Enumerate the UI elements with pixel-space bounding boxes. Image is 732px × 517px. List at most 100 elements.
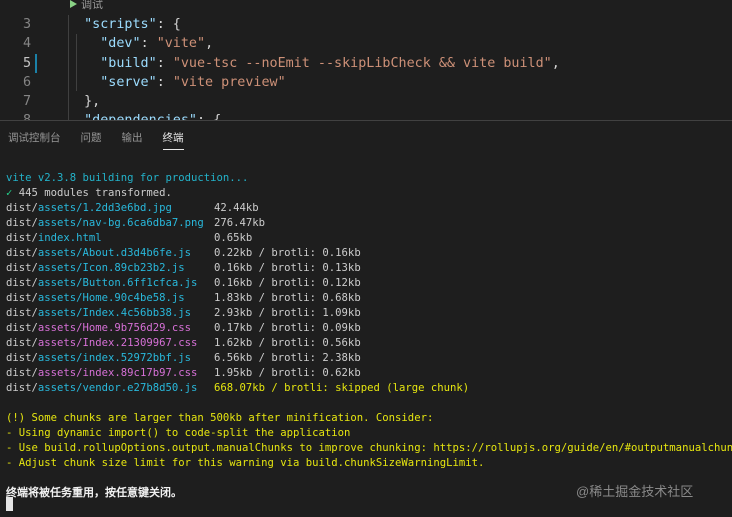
code-line: 8 "dependencies": { [0,111,732,120]
file-dir: dist/ [6,352,38,364]
tab-problems[interactable]: 问题 [81,121,102,149]
file-path: index.html [37,232,102,244]
bottom-panel: 调试控制台 问题 输出 终端 vite v2.3.8 building for pro… [0,120,732,517]
file-dir: dist/ [6,232,38,244]
terminal-file-row: dist/assets/Icon.89cb23b2.js 0.16kb / bro… [6,261,730,276]
code-token: : [156,75,173,90]
terminal-file-row: dist/assets/index.89c17b97.css 1.95kb / b… [6,366,730,381]
file-path: assets/Home.9b756d29.css [37,322,191,334]
code-line: 3 "scripts": { [0,15,732,34]
code-token: "dev" [100,36,141,51]
code-text: "serve": "vite preview" [68,73,285,92]
code-text: "scripts": { [68,15,181,34]
terminal-file-row: dist/assets/Button.6ff1cfca.js 0.16kb / b… [6,276,730,291]
file-size: 0.16kb / brotli: 0.12kb [214,277,361,289]
indent-guide [68,15,69,120]
code-token: "scripts" [84,17,157,32]
file-dir: dist/ [6,382,38,394]
file-path: assets/index.52972bbf.js [37,352,191,364]
terminal-transformed-line: ✓ 445 modules transformed. [6,186,730,201]
terminal-output[interactable]: vite v2.3.8 building for production... ✓ … [6,171,732,501]
file-name: dist/assets/Index.4c56bb38.js [6,306,191,321]
file-dir: dist/ [6,262,38,274]
file-path: assets/Home.90c4be58.js [37,292,185,304]
terminal-file-row: dist/index.html 0.65kb [6,231,730,246]
line-number: 4 [22,36,31,51]
code-line: 6 "serve": "vite preview" [0,73,732,92]
code-token: "vue-tsc --noEmit --skipLibCheck && vite… [172,56,552,71]
file-size: 668.07kb / brotli: skipped (large chunk) [214,382,470,394]
file-path: assets/nav-bg.6ca6dba7.png [37,217,204,229]
line-number: 3 [22,17,31,32]
file-size: 0.22kb / brotli: 0.16kb [214,247,361,259]
terminal-file-row: dist/assets/Index.21309967.css 1.62kb / b… [6,336,730,351]
file-name: dist/assets/Button.6ff1cfca.js [6,276,197,291]
terminal-file-row: dist/assets/vendor.e27b8d50.js 668.07kb /… [6,381,730,396]
terminal-warning-line: - Adjust chunk size limit for this warni… [6,457,485,469]
transformed-text: 445 modules transformed. [12,187,172,199]
file-name: dist/assets/Home.90c4be58.js [6,291,185,306]
terminal-file-row: dist/assets/index.52972bbf.js 6.56kb / br… [6,351,730,366]
code-line: 5 "build": "vue-tsc --noEmit --skipLibCh… [0,54,732,73]
terminal-cursor [6,497,13,511]
tab-terminal[interactable]: 终端 [162,121,184,150]
file-dir: dist/ [6,247,38,259]
file-size: 0.17kb / brotli: 0.09kb [214,322,361,334]
watermark: @稀土掘金技术社区 [576,484,694,499]
code-token: , [205,36,214,51]
file-dir: dist/ [6,202,38,214]
file-dir: dist/ [6,337,38,349]
terminal-warning-line: - Use build.rollupOptions.output.manualC… [6,442,732,454]
terminal-building-line: vite v2.3.8 building for production... [6,172,249,184]
file-size: 0.16kb / brotli: 0.13kb [214,262,361,274]
line-number: 6 [22,75,31,90]
terminal-file-row: dist/assets/1.2dd3e6bd.jpg 42.44kb [6,201,730,216]
terminal-warning-line: (!) Some chunks are larger than 500kb af… [6,412,434,424]
file-size: 6.56kb / brotli: 2.38kb [214,352,361,364]
code-line: 7 }, [0,92,732,111]
terminal-file-row: dist/assets/About.d3d4b6fe.js 0.22kb / br… [6,246,730,261]
file-name: dist/assets/nav-bg.6ca6dba7.png [6,216,204,231]
active-line-marker [35,54,37,73]
file-path: assets/index.89c17b97.css [37,367,198,379]
code-text: "build": "vue-tsc --noEmit --skipLibChec… [68,54,560,73]
code-token: , [551,56,560,71]
code-editor[interactable]: 调试 3 "scripts": {4 "dev": "vite", 5 "buil… [0,0,732,120]
file-dir: dist/ [6,292,38,304]
code-text: "dependencies": { [68,111,221,120]
code-token: "build" [100,56,157,71]
line-number: 8 [0,111,31,120]
code-token: "serve" [100,75,157,90]
code-text: }, [68,92,100,111]
line-number: 5 [22,56,31,71]
debug-codelens[interactable]: 调试 [70,0,103,11]
file-dir: dist/ [6,367,38,379]
terminal-file-row: dist/assets/Home.90c4be58.js 1.83kb / bro… [6,291,730,306]
code-token: : [156,56,173,71]
file-name: dist/assets/Home.9b756d29.css [6,321,191,336]
code-token: : { [197,113,221,120]
panel-tabs: 调试控制台 问题 输出 终端 [0,121,732,151]
file-size: 42.44kb [214,202,259,214]
line-number: 7 [22,94,31,109]
file-name: dist/assets/Icon.89cb23b2.js [6,261,185,276]
terminal-warning-line: - Using dynamic import() to code-split t… [6,427,351,439]
file-path: assets/Index.4c56bb38.js [37,307,191,319]
debug-codelens-label: 调试 [81,0,103,11]
code-token: }, [68,94,101,109]
file-name: dist/assets/1.2dd3e6bd.jpg [6,201,172,216]
tab-output[interactable]: 输出 [122,121,143,149]
file-name: dist/assets/index.52972bbf.js [6,351,191,366]
run-triangle-icon [70,0,77,8]
file-path: assets/Icon.89cb23b2.js [37,262,185,274]
file-size: 0.65kb [214,232,253,244]
file-size: 1.83kb / brotli: 0.68kb [214,292,361,304]
tab-debug-console[interactable]: 调试控制台 [8,121,61,149]
code-token: "vite" [156,36,206,51]
file-path: assets/1.2dd3e6bd.jpg [37,202,172,214]
file-size: 1.62kb / brotli: 0.56kb [214,337,361,349]
file-size: 1.95kb / brotli: 0.62kb [214,367,361,379]
code-line: 4 "dev": "vite", [0,34,732,53]
